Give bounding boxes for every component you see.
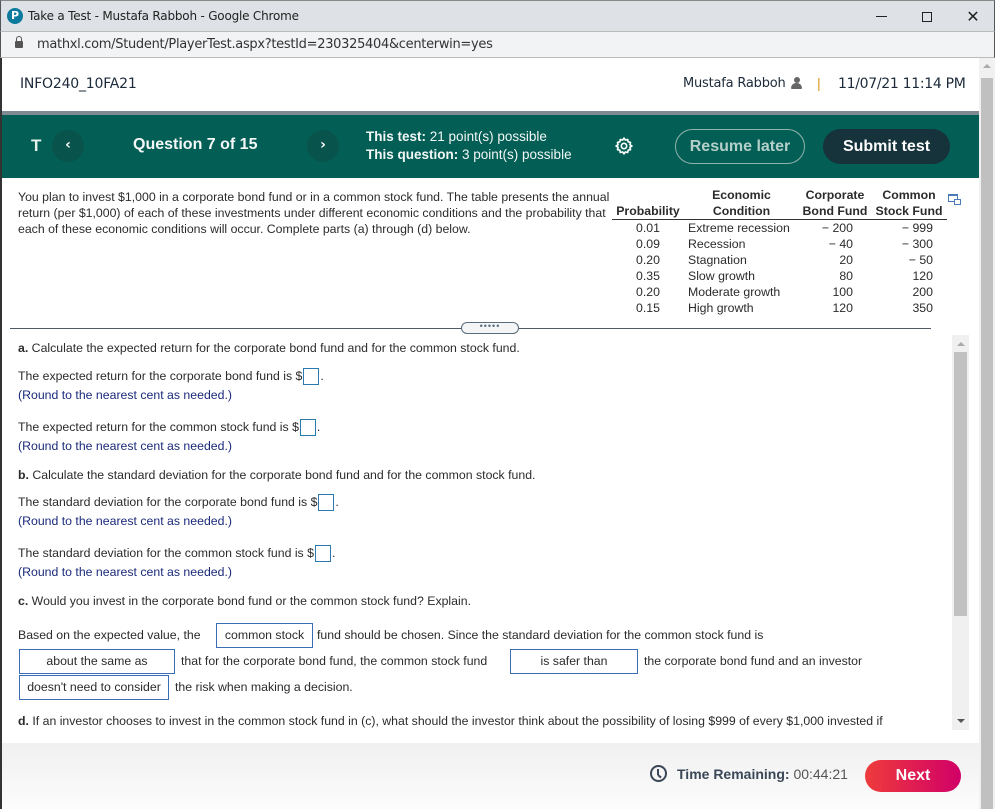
- part-c-sentence-5: the risk when making a decision.: [175, 680, 353, 694]
- table-row: 0.20 Moderate growth 100 200: [636, 285, 933, 299]
- header-probability: Probability: [612, 187, 684, 220]
- part-c-sentence-4: the corporate bond fund and an investor: [644, 654, 863, 668]
- bond-std-dev-input[interactable]: [318, 494, 335, 511]
- returns-table: Probability Economic Condition Corporate B…: [612, 187, 947, 316]
- browser-title-bar: P Take a Test - Mustafa Rabboh - Google …: [0, 0, 995, 31]
- header-separator: |: [817, 75, 821, 91]
- next-button[interactable]: Next: [865, 760, 961, 792]
- lock-icon: [15, 36, 23, 48]
- points-info: This test: 21 point(s) possible This que…: [366, 128, 572, 164]
- question-points-label: This question:: [366, 147, 459, 162]
- risk-consideration-dropdown[interactable]: doesn't need to consider: [19, 675, 169, 700]
- previous-question-button[interactable]: ‹: [52, 130, 84, 162]
- page-scrollbar[interactable]: [979, 58, 995, 809]
- header-bond-fund: Corporate Bond Fund: [799, 187, 871, 220]
- std-dev-comparison-dropdown[interactable]: about the same as: [19, 649, 175, 674]
- url-text[interactable]: mathxl.com/Student/PlayerTest.aspx?testI…: [37, 37, 493, 52]
- stock-expected-return-input[interactable]: [299, 419, 316, 436]
- part-a1: The expected return for the corporate bo…: [18, 368, 324, 385]
- resume-later-button[interactable]: Resume later: [675, 129, 805, 164]
- address-bar[interactable]: mathxl.com/Student/PlayerTest.aspx?testI…: [0, 31, 995, 58]
- close-icon: ✕: [966, 7, 980, 26]
- date-time: 11/07/21 11:14 PM: [838, 76, 966, 92]
- popout-table-icon[interactable]: [948, 194, 961, 205]
- scroll-up-icon[interactable]: [957, 342, 965, 346]
- part-c-sentence-2: fund should be chosen. Since the standar…: [317, 628, 764, 642]
- round-hint: (Round to the nearest cent as needed.): [18, 565, 232, 579]
- time-remaining: Time Remaining: 00:44:21: [677, 766, 848, 782]
- user-icon: [790, 77, 803, 90]
- chevron-left-icon: ‹: [65, 137, 71, 153]
- part-a-prompt: a. Calculate the expected return for the…: [18, 341, 520, 355]
- part-c-prompt: c. Would you invest in the corporate bon…: [18, 594, 471, 608]
- question-points-value: 3 point(s) possible: [462, 147, 572, 162]
- maximize-button[interactable]: [904, 1, 950, 32]
- scroll-up-icon[interactable]: [983, 64, 991, 68]
- round-hint: (Round to the nearest cent as needed.): [18, 514, 232, 528]
- scroll-thumb[interactable]: [954, 352, 967, 616]
- table-row: 0.01 Extreme recession − 200− 999: [636, 221, 933, 235]
- part-a2: The expected return for the common stock…: [18, 419, 320, 436]
- round-hint: (Round to the nearest cent as needed.): [18, 439, 232, 453]
- pearson-logo-icon: P: [7, 8, 23, 24]
- question-number[interactable]: Question 7 of 15: [133, 136, 257, 154]
- scroll-thumb[interactable]: [981, 78, 993, 809]
- course-name: INFO240_10FA21: [20, 76, 137, 92]
- round-hint: (Round to the nearest cent as needed.): [18, 388, 232, 402]
- user-name: Mustafa Rabboh: [683, 76, 786, 91]
- submit-test-button[interactable]: Submit test: [823, 129, 950, 164]
- maximize-icon: [922, 11, 932, 22]
- header-condition: Economic Condition: [684, 187, 799, 220]
- part-c-sentence-3: that for the corporate bond fund, the co…: [181, 654, 488, 668]
- question-bar: T ‹ Question 7 of 15 › This test: 21 poi…: [2, 115, 979, 178]
- problem-intro: You plan to invest $1,000 in a corporate…: [18, 190, 610, 236]
- clock-icon: [650, 765, 667, 782]
- safety-comparison-dropdown[interactable]: is safer than: [510, 649, 638, 674]
- part-b2: The standard deviation for the common st…: [18, 545, 335, 562]
- minimize-button[interactable]: [858, 1, 904, 32]
- bond-expected-return-input[interactable]: [303, 368, 320, 385]
- gear-icon[interactable]: [614, 136, 634, 156]
- question-scrollbar[interactable]: [952, 335, 969, 730]
- scroll-down-icon[interactable]: [957, 719, 965, 723]
- table-row: 0.09 Recession − 40− 300: [636, 237, 933, 251]
- table-row: 0.20 Stagnation 20− 50: [636, 253, 933, 267]
- table-row: 0.15 High growth 120 350: [636, 301, 933, 315]
- close-window-button[interactable]: ✕: [950, 1, 995, 32]
- next-question-button[interactable]: ›: [307, 130, 339, 162]
- header-stock-fund: Common Stock Fund: [871, 187, 947, 220]
- part-b-prompt: b. Calculate the standard deviation for …: [18, 468, 536, 482]
- test-points-value: 21 point(s) possible: [429, 129, 547, 144]
- part-b1: The standard deviation for the corporate…: [18, 494, 339, 511]
- minimize-icon: [875, 16, 887, 17]
- part-c-sentence-1: Based on the expected value, the: [18, 628, 201, 642]
- test-menu-initial[interactable]: T: [31, 136, 41, 156]
- divider-drag-handle[interactable]: •••••: [461, 322, 519, 334]
- time-remaining-value: 00:44:21: [793, 766, 848, 782]
- window-title: Take a Test - Mustafa Rabboh - Google Ch…: [28, 9, 299, 23]
- table-row: 0.35 Slow growth 80 120: [636, 269, 933, 283]
- part-d-prompt: d. If an investor chooses to invest in t…: [18, 714, 883, 728]
- fund-choice-dropdown[interactable]: common stock: [216, 623, 313, 648]
- stock-std-dev-input[interactable]: [314, 545, 331, 562]
- test-points-label: This test:: [366, 129, 427, 144]
- chevron-right-icon: ›: [320, 137, 326, 153]
